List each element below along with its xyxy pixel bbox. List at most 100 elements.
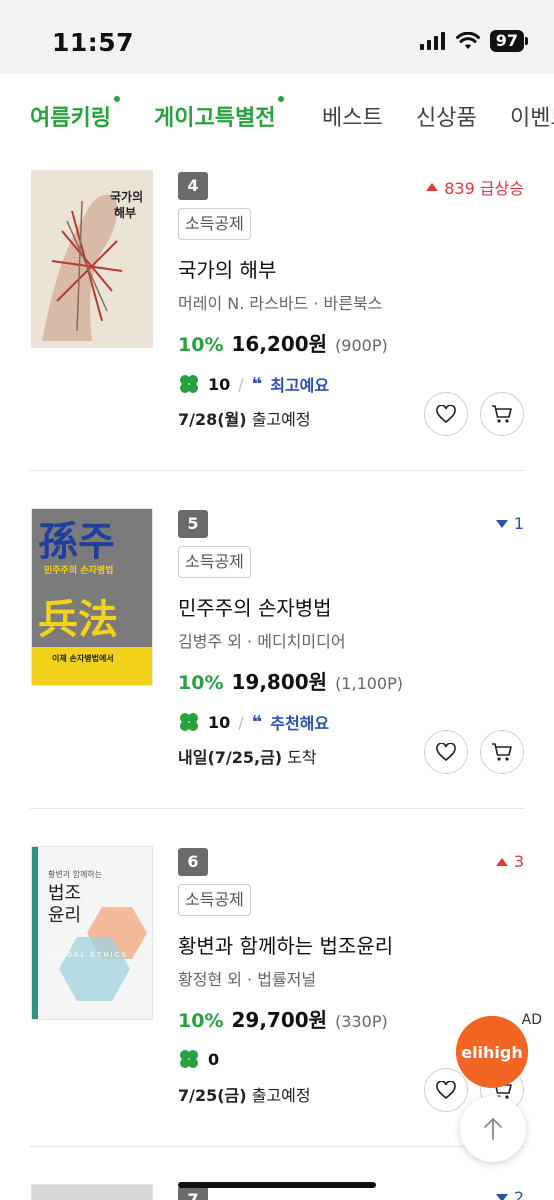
category-tabs: 여름키링 게이고특별전 베스트 신상품 이벤트 [0, 74, 554, 152]
book-author-publisher: 황정현 외 · 법률저널 [178, 970, 317, 989]
discount-rate: 10% [178, 334, 224, 356]
divider [30, 470, 524, 471]
book-cover[interactable]: 국가의 해부 [31, 170, 153, 348]
tab-summer-keyring[interactable]: 여름키링 [30, 96, 120, 132]
ship-date: 7/28(월) [178, 410, 247, 429]
wishlist-button[interactable] [424, 730, 468, 774]
heart-icon [436, 405, 456, 423]
cover-illustration: 국가의 해부 [32, 171, 152, 347]
review-row: 10 / ❝ 추천해요 [178, 710, 329, 734]
svg-text:법조: 법조 [48, 883, 81, 904]
book-cover[interactable]: 孫주 민주주의 손자병법 兵法 이제 손자병법에서 [31, 508, 153, 686]
discount-rate: 10% [178, 672, 224, 694]
trend-down-icon [495, 519, 508, 528]
review-row: 0 [178, 1048, 219, 1070]
tax-deduction-badge: 소득공제 [178, 546, 251, 578]
book-author-publisher: 김병주 외 · 메디치미디어 [178, 632, 346, 651]
tab-label: 베스트 [322, 106, 383, 131]
rank-badge: 4 [178, 172, 208, 200]
rank-trend: 3 [495, 852, 524, 871]
rank-trend: 1 [495, 514, 524, 533]
tab-event[interactable]: 이벤트 [510, 100, 554, 132]
price-row: 10% 19,800원 (1,100P) [178, 666, 403, 695]
book-title[interactable]: 국가의 해부 [178, 254, 276, 283]
divider [30, 1146, 524, 1147]
reward-points: (1,100P) [335, 674, 403, 693]
tab-label: 신상품 [416, 106, 477, 131]
sale-price: 29,700원 [231, 1008, 328, 1032]
elihigh-ad-overlay[interactable]: elihigh [456, 1016, 528, 1088]
tab-label: 이벤트 [510, 106, 554, 131]
rank-badge: 5 [178, 510, 208, 538]
tab-best[interactable]: 베스트 [322, 100, 383, 132]
tab-new[interactable]: 신상품 [416, 100, 477, 132]
svg-text:민주주의 손자병법: 민주주의 손자병법 [44, 564, 113, 576]
cover-illustration: 孫주 민주주의 손자병법 兵法 이제 손자병법에서 [32, 509, 152, 685]
book-cover[interactable] [31, 1184, 153, 1200]
trend-value: 1 [513, 514, 524, 533]
rank-trend: 2 [495, 1188, 524, 1200]
tab-keigo-special[interactable]: 게이고특별전 [154, 96, 285, 132]
add-to-cart-button[interactable] [480, 392, 524, 436]
heart-icon [436, 1081, 456, 1099]
clover-icon [180, 375, 198, 393]
quote-icon: ❝ [251, 373, 263, 395]
cart-icon [492, 405, 512, 423]
clover-icon [180, 1050, 198, 1068]
svg-text:해부: 해부 [114, 206, 136, 220]
trend-down-icon [495, 1193, 508, 1200]
reward-points: (330P) [335, 1012, 388, 1031]
svg-text:兵法: 兵法 [38, 597, 118, 643]
sale-price: 16,200원 [231, 332, 328, 356]
discount-rate: 10% [178, 1010, 224, 1032]
rank-badge: 7 [178, 1186, 208, 1200]
shipping-info: 7/28(월) 출고예정 [178, 406, 311, 430]
tax-deduction-badge: 소득공제 [178, 884, 251, 916]
clover-count: 10 [208, 712, 231, 732]
tab-label: 게이고특별전 [154, 106, 276, 131]
scroll-to-top-button[interactable] [460, 1096, 526, 1162]
clover-count: 10 [208, 374, 231, 394]
ad-label: AD [521, 1012, 542, 1028]
tab-label: 여름키링 [30, 106, 111, 131]
ship-date: 내일(7/25,금) [178, 748, 283, 767]
svg-text:이제 손자병법에서: 이제 손자병법에서 [52, 653, 114, 663]
svg-text:국가의: 국가의 [110, 189, 143, 204]
add-to-cart-button[interactable] [480, 730, 524, 774]
book-title[interactable]: 황변과 함께하는 법조윤리 [178, 930, 393, 959]
book-title[interactable]: 민주주의 손자병법 [178, 592, 332, 621]
sale-price: 19,800원 [231, 670, 328, 694]
trend-up-icon [426, 183, 439, 191]
reward-points: (900P) [335, 336, 388, 355]
svg-text:황변과 함께하는: 황변과 함께하는 [48, 869, 102, 879]
svg-text:LEGAL ETHICS: LEGAL ETHICS [54, 951, 128, 959]
signal-icon [419, 32, 445, 50]
ship-status: 출고예정 [251, 1086, 311, 1105]
arrow-up-icon [484, 1118, 502, 1140]
price-row: 10% 29,700원 (330P) [178, 1004, 388, 1033]
ship-status: 출고예정 [251, 410, 311, 429]
status-time: 11:57 [52, 28, 135, 57]
price-row: 10% 16,200원 (900P) [178, 328, 388, 357]
trend-value: 3 [513, 852, 524, 871]
status-icons: 97 [419, 30, 529, 52]
review-row: 10 / ❝ 최고예요 [178, 372, 329, 396]
shipping-info: 내일(7/25,금) 도착 [178, 744, 317, 768]
trend-value: 2 [513, 1188, 524, 1200]
tax-deduction-badge: 소득공제 [178, 208, 251, 240]
clover-count: 0 [208, 1049, 220, 1069]
wishlist-button[interactable] [424, 392, 468, 436]
rank-trend: 839 급상승 [426, 175, 524, 199]
separator: / [238, 712, 244, 732]
clover-icon [180, 713, 198, 731]
new-dot [113, 96, 120, 102]
review-label: 최고예요 [270, 376, 330, 395]
wishlist-button[interactable] [424, 1068, 468, 1112]
trend-value: 839 급상승 [444, 179, 524, 198]
home-indicator [178, 1182, 376, 1188]
cover-illustration: 황변과 함께하는 법조 윤리 LEGAL ETHICS [32, 847, 152, 1019]
svg-text:孫주: 孫주 [38, 519, 115, 565]
book-cover[interactable]: 황변과 함께하는 법조 윤리 LEGAL ETHICS [31, 846, 153, 1020]
new-dot [278, 96, 285, 102]
book-author-publisher: 머레이 N. 라스바드 · 바른북스 [178, 294, 383, 313]
